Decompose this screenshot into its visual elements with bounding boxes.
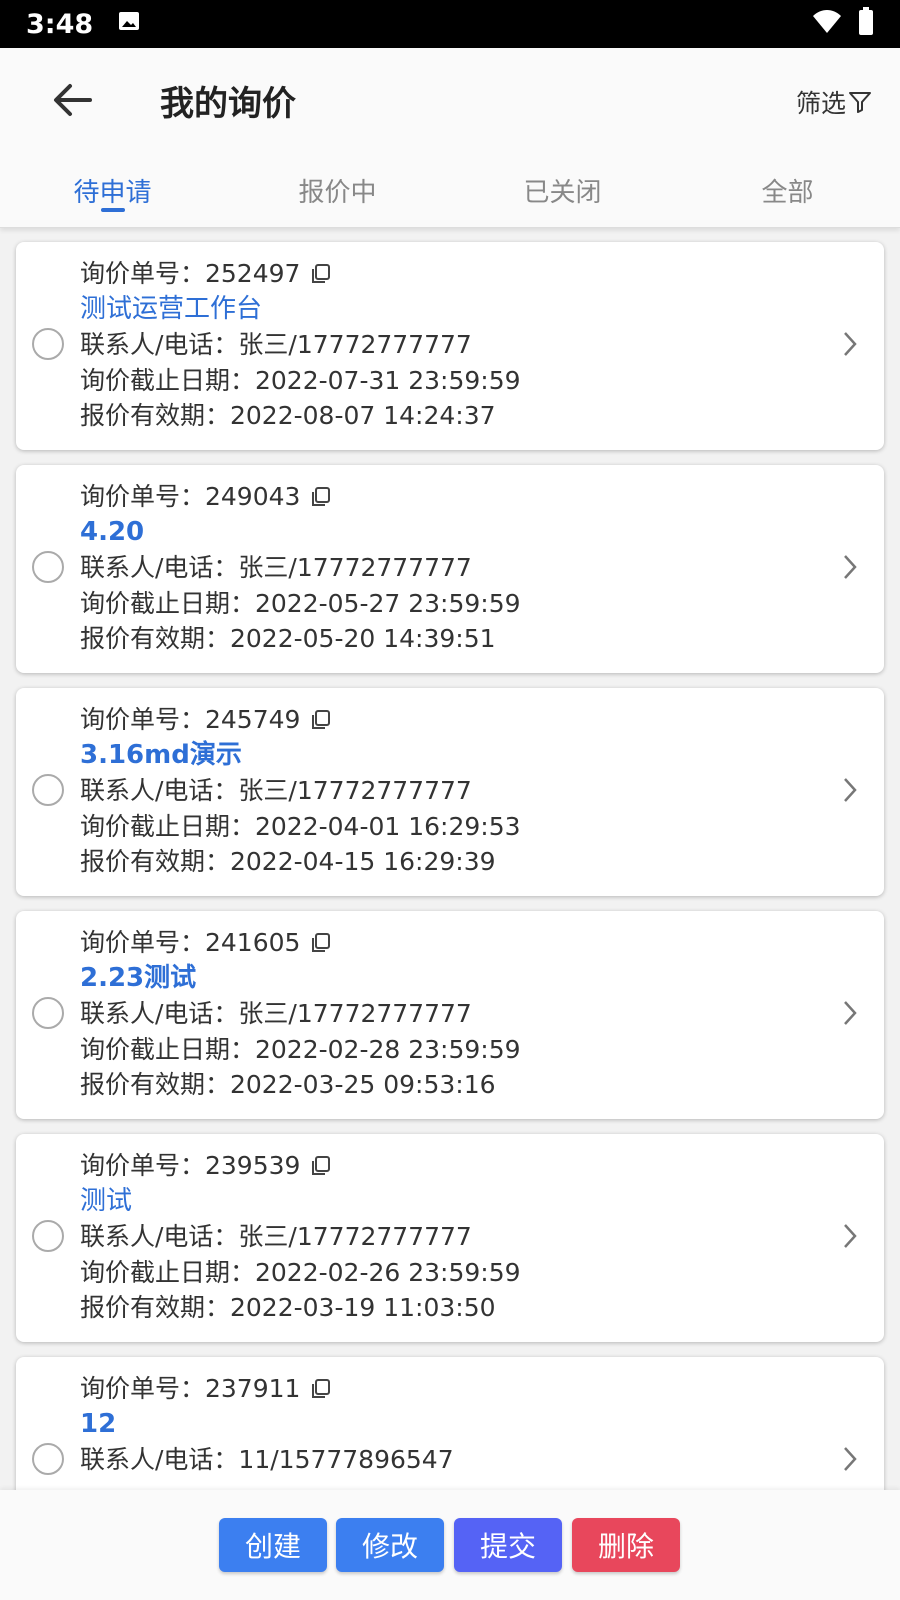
inquiry-title: 4.20 (80, 516, 145, 547)
validity-line: 报价有效期：2022-03-25 09:53:16 (80, 1070, 496, 1099)
chevron-right-icon[interactable] (842, 553, 858, 585)
inquiry-card[interactable]: 询价单号：237911 12 联系人/电话：11/15777896547 (16, 1357, 884, 1490)
chevron-right-icon[interactable] (842, 776, 858, 808)
inquiry-card[interactable]: 询价单号：252497 测试运营工作台 联系人/电话：张三/1777277777… (16, 242, 884, 450)
copy-icon[interactable] (310, 709, 332, 731)
status-time: 3:48 (26, 8, 94, 40)
deadline-line: 询价截止日期：2022-04-01 16:29:53 (80, 811, 521, 841)
inquiry-title: 测试运营工作台 (80, 293, 263, 324)
submit-button[interactable]: 提交 (454, 1518, 562, 1572)
validity-line: 报价有效期：2022-03-19 11:03:50 (80, 1293, 496, 1322)
tab-bar: 待申请 报价中 已关闭 全部 (0, 148, 900, 228)
tab-label: 全部 (761, 178, 814, 208)
app-header: 我的询价 筛选 (0, 48, 900, 148)
tab-pending[interactable]: 待申请 (0, 148, 225, 227)
contact-line: 联系人/电话：11/15777896547 (80, 1445, 454, 1474)
back-button[interactable] (50, 78, 94, 122)
inquiry-title: 12 (80, 1408, 117, 1439)
card-content: 询价单号：245749 3.16md演示 联系人/电话：张三/177727777… (80, 702, 521, 880)
tab-all[interactable]: 全部 (675, 148, 900, 227)
inquiry-card[interactable]: 询价单号：241605 2.23测试 联系人/电话：张三/17772777777… (16, 911, 884, 1119)
order-number: 询价单号：239539 (80, 1151, 301, 1180)
edit-button[interactable]: 修改 (336, 1518, 444, 1572)
select-radio[interactable] (32, 328, 64, 360)
contact-line: 联系人/电话：张三/17772777777 (80, 776, 472, 805)
order-number-row: 询价单号：245749 (80, 702, 521, 738)
tab-label: 已关闭 (523, 178, 602, 208)
order-number: 询价单号：237911 (80, 1374, 301, 1403)
validity-line: 报价有效期：2022-04-15 16:29:39 (80, 847, 496, 876)
tab-closed[interactable]: 已关闭 (450, 148, 675, 227)
order-number: 询价单号：241605 (80, 928, 301, 957)
card-content: 询价单号：249043 4.20 联系人/电话：张三/17772777777 询… (80, 479, 521, 657)
validity-line: 报价有效期：2022-08-07 14:24:37 (80, 401, 496, 430)
tab-quoting[interactable]: 报价中 (225, 148, 450, 227)
tab-label: 报价中 (298, 178, 377, 208)
deadline-line: 询价截止日期：2022-07-31 23:59:59 (80, 365, 521, 395)
page-title: 我的询价 (160, 84, 296, 124)
deadline-line: 询价截止日期：2022-02-26 23:59:59 (80, 1257, 521, 1287)
select-radio[interactable] (32, 551, 64, 583)
inquiry-card[interactable]: 询价单号：239539 测试 联系人/电话：张三/17772777777 询价截… (16, 1134, 884, 1342)
chevron-right-icon[interactable] (842, 999, 858, 1031)
select-radio[interactable] (32, 1443, 64, 1475)
chevron-right-icon[interactable] (842, 330, 858, 362)
inquiry-card[interactable]: 询价单号：245749 3.16md演示 联系人/电话：张三/177727777… (16, 688, 884, 896)
funnel-icon (849, 92, 871, 113)
action-bar: 创建 修改 提交 删除 (0, 1490, 900, 1600)
back-arrow-icon (54, 84, 92, 116)
select-radio[interactable] (32, 774, 64, 806)
battery-icon (858, 6, 874, 42)
filter-button[interactable]: 筛选 (796, 84, 872, 120)
deadline-line (80, 1478, 454, 1491)
card-content: 询价单号：239539 测试 联系人/电话：张三/17772777777 询价截… (80, 1148, 521, 1326)
validity-line: 报价有效期：2022-05-20 14:39:51 (80, 624, 496, 653)
deadline-line: 询价截止日期：2022-02-28 23:59:59 (80, 1034, 521, 1064)
order-number-row: 询价单号：239539 (80, 1148, 521, 1184)
contact-line: 联系人/电话：张三/17772777777 (80, 1222, 472, 1251)
inquiry-title: 3.16md演示 (80, 739, 242, 770)
card-content: 询价单号：252497 测试运营工作台 联系人/电话：张三/1777277777… (80, 256, 521, 434)
delete-button[interactable]: 删除 (572, 1518, 680, 1572)
select-radio[interactable] (32, 1220, 64, 1252)
inquiry-title: 测试 (80, 1185, 133, 1216)
status-right-icons (812, 6, 874, 42)
inquiry-card[interactable]: 询价单号：249043 4.20 联系人/电话：张三/17772777777 询… (16, 465, 884, 673)
copy-icon[interactable] (310, 1378, 332, 1400)
chevron-right-icon[interactable] (842, 1222, 858, 1254)
tab-label: 待申请 (73, 178, 152, 208)
app-root: 3:48 我的询价 筛选 待申请 报价中 已关闭 全部 询价单号：252497 … (0, 0, 900, 1600)
copy-icon[interactable] (310, 263, 332, 285)
contact-line: 联系人/电话：张三/17772777777 (80, 330, 472, 359)
order-number: 询价单号：249043 (80, 482, 301, 511)
order-number: 询价单号：245749 (80, 705, 301, 734)
card-content: 询价单号：237911 12 联系人/电话：11/15777896547 (80, 1371, 454, 1490)
inquiry-title: 2.23测试 (80, 962, 197, 993)
filter-label: 筛选 (795, 89, 846, 118)
active-tab-indicator (100, 208, 125, 212)
copy-icon[interactable] (310, 486, 332, 508)
inquiry-list[interactable]: 询价单号：252497 测试运营工作台 联系人/电话：张三/1777277777… (0, 238, 900, 1490)
order-number: 询价单号：252497 (80, 259, 301, 288)
status-bar: 3:48 (0, 0, 900, 48)
order-number-row: 询价单号：252497 (80, 256, 521, 292)
order-number-row: 询价单号：249043 (80, 479, 521, 515)
order-number-row: 询价单号：241605 (80, 925, 521, 961)
contact-line: 联系人/电话：张三/17772777777 (80, 553, 472, 582)
wifi-icon (812, 8, 842, 41)
copy-icon[interactable] (310, 1155, 332, 1177)
contact-line: 联系人/电话：张三/17772777777 (80, 999, 472, 1028)
select-radio[interactable] (32, 997, 64, 1029)
chevron-right-icon[interactable] (842, 1445, 858, 1477)
order-number-row: 询价单号：237911 (80, 1371, 454, 1407)
deadline-line: 询价截止日期：2022-05-27 23:59:59 (80, 588, 521, 618)
image-icon (117, 9, 141, 40)
create-button[interactable]: 创建 (219, 1518, 327, 1572)
card-content: 询价单号：241605 2.23测试 联系人/电话：张三/17772777777… (80, 925, 521, 1103)
copy-icon[interactable] (310, 932, 332, 954)
